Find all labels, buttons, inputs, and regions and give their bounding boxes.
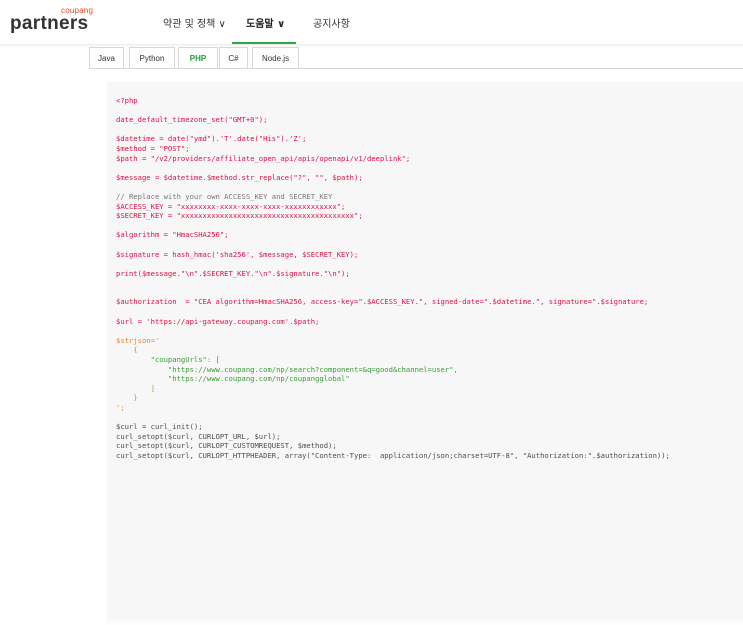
- code-line: ';: [116, 403, 125, 412]
- nav-notice[interactable]: 공지사항: [313, 15, 350, 30]
- code-line-open-tag: <?php: [116, 96, 138, 105]
- code-line: curl_setopt($curl, CURLOPT_CUSTOMREQUEST…: [116, 441, 337, 451]
- nav-terms-policy[interactable]: 약관 및 정책 ∨: [163, 15, 226, 30]
- tab-python[interactable]: Python: [129, 47, 175, 68]
- code-line: date_default_timezone_set("GMT+0");: [116, 115, 268, 125]
- code-line: "https://www.coupang.com/np/coupanggloba…: [116, 374, 350, 384]
- code-line: $url = 'https://api-gateway.coupang.com'…: [116, 316, 320, 326]
- code-line: $algorithm = "HmacSHA256";: [116, 230, 229, 240]
- code-line: $path = "/v2/providers/affiliate_open_ap…: [116, 153, 411, 163]
- tab-nodejs[interactable]: Node.js: [252, 47, 299, 68]
- tab-java[interactable]: Java: [89, 47, 124, 68]
- code-line: $authorization = "CEA algorithm=HmacSHA2…: [116, 297, 649, 307]
- tab-php[interactable]: PHP: [178, 47, 218, 69]
- logo-partners-text: partners: [10, 13, 89, 34]
- code-line: ]: [116, 383, 155, 393]
- tab-baseline: [89, 68, 743, 69]
- code-line: $ACCESS_KEY = "xxxxxxxx-xxxx-xxxx-xxxx-x…: [116, 201, 346, 211]
- code-line: $message = $datetime.$method.str_replace…: [116, 172, 363, 182]
- code-line: curl_setopt($curl, CURLOPT_HTTPHEADER, a…: [116, 450, 670, 460]
- code-line: curl_setopt($curl, CURLOPT_URL, $url);: [116, 431, 281, 441]
- code-line: $strjson=': [116, 335, 160, 345]
- code-line: "https://www.coupang.com/np/search?compo…: [116, 364, 458, 374]
- code-line: $SECRET_KEY = "xxxxxxxxxxxxxxxxxxxxxxxxx…: [116, 211, 363, 221]
- code-line: $curl = curl_init();: [116, 422, 203, 432]
- code-line: "coupangUrls": [: [116, 355, 220, 365]
- tab-csharp[interactable]: C#: [219, 47, 248, 68]
- top-header: coupang partners 약관 및 정책 ∨ 도움말 ∨ 공지사항: [0, 0, 743, 45]
- code-line: $method = "POST";: [116, 143, 190, 153]
- bottom-fade: [0, 618, 743, 625]
- code-line: }: [116, 393, 138, 403]
- code-line: print($message."\n".$SECRET_KEY."\n".$si…: [116, 268, 350, 278]
- code-line: {: [116, 345, 138, 355]
- php-code-sample[interactable]: <?php date_default_timezone_set("GMT+0")…: [116, 96, 670, 461]
- code-line: $signature = hash_hmac('sha256', $messag…: [116, 249, 359, 259]
- nav-help[interactable]: 도움말 ∨: [246, 15, 285, 30]
- code-comment: // Replace with your own ACCESS_KEY and …: [116, 191, 333, 201]
- code-line: $datetime = date("ymd").'T'.date("His").…: [116, 134, 307, 144]
